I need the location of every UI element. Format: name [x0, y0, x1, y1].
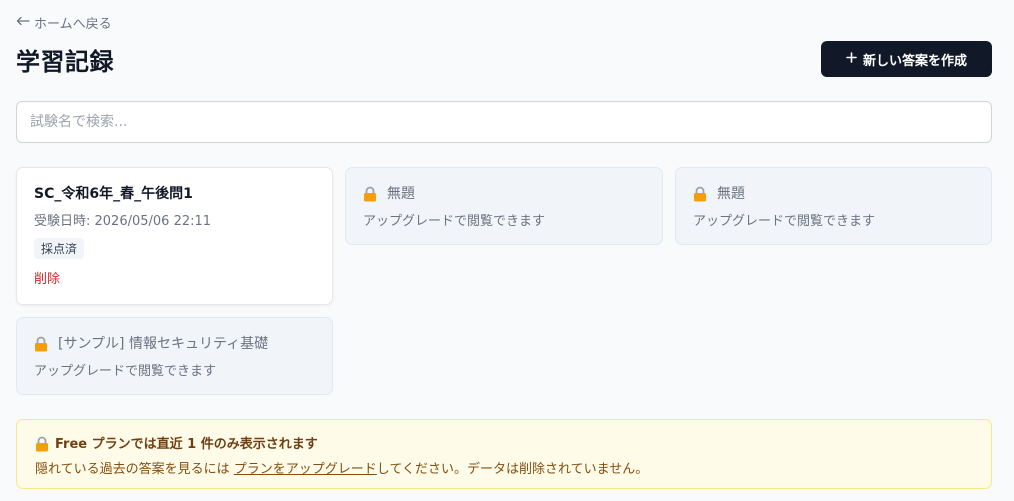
lock-icon — [34, 336, 48, 352]
lock-icon — [363, 186, 377, 202]
record-title: SC_令和6年_春_午後問1 — [34, 186, 193, 202]
record-card[interactable]: SC_令和6年_春_午後問1 受験日時: 2026/05/06 22:11 採点… — [16, 167, 333, 305]
locked-card-subtitle: アップグレードで閲覧できます — [693, 214, 876, 229]
lock-icon — [693, 186, 707, 202]
notice-text: 隠れている過去の答案を見るには プランをアップグレードしてください。データは削除… — [35, 458, 973, 477]
new-answer-button[interactable]: 新しい答案を作成 — [821, 41, 992, 77]
arrow-left-icon — [16, 15, 30, 30]
back-link[interactable]: ホームへ戻る — [16, 13, 112, 32]
locked-card-subtitle: アップグレードで閲覧できます — [34, 364, 217, 379]
lock-icon — [35, 436, 49, 452]
locked-card-subtitle: アップグレードで閲覧できます — [363, 214, 546, 229]
locked-card-title: 無題 — [717, 186, 745, 202]
notice-text-after: してください。データは削除されていません。 — [376, 462, 649, 477]
locked-card-title: 無題 — [387, 186, 415, 202]
locked-record-card: 無題 アップグレードで閲覧できます — [675, 167, 992, 245]
upgrade-notice: Free プランでは直近 1 件のみ表示されます 隠れている過去の答案を見るには… — [16, 419, 992, 489]
locked-card-title: [サンプル] 情報セキュリティ基礎 — [58, 336, 269, 352]
status-badge: 採点済 — [34, 238, 85, 259]
notice-text-before: 隠れている過去の答案を見るには — [35, 462, 234, 477]
upgrade-plan-link[interactable]: プランをアップグレード — [234, 462, 377, 477]
locked-record-card: [サンプル] 情報セキュリティ基礎 アップグレードで閲覧できます — [16, 317, 333, 395]
search-input[interactable] — [16, 101, 992, 143]
locked-record-card: 無題 アップグレードで閲覧できます — [345, 167, 663, 245]
page-title: 学習記録 — [16, 48, 114, 76]
plus-icon — [846, 51, 857, 67]
back-link-label: ホームへ戻る — [34, 17, 112, 32]
notice-title: Free プランでは直近 1 件のみ表示されます — [55, 437, 318, 452]
new-answer-button-label: 新しい答案を作成 — [862, 53, 967, 69]
delete-button[interactable]: 削除 — [34, 268, 60, 287]
record-date: 受験日時: 2026/05/06 22:11 — [34, 214, 212, 229]
